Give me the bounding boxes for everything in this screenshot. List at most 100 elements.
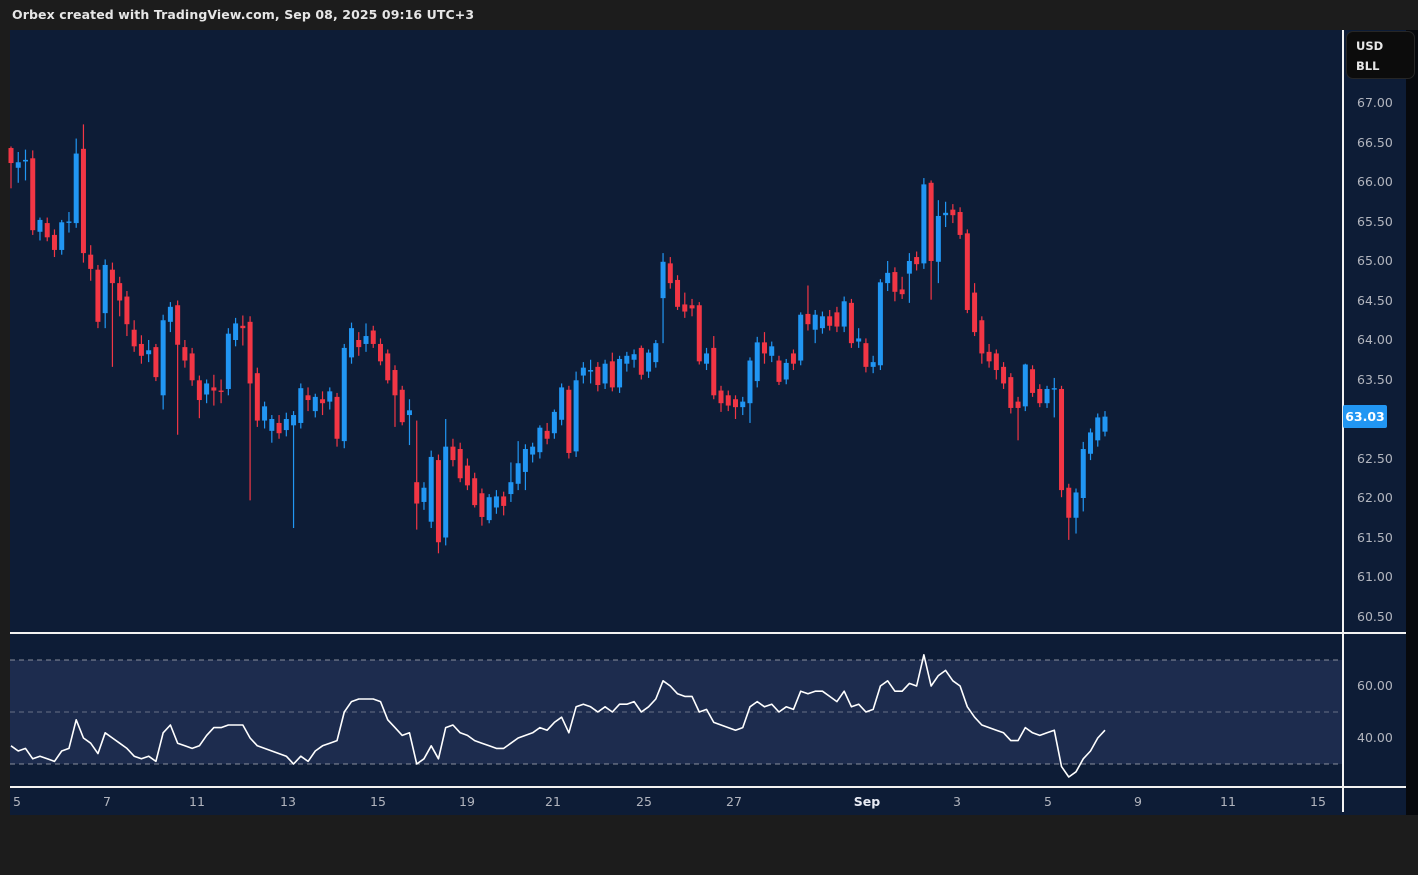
price-tick: 64.00 (1357, 332, 1393, 347)
candle-body (863, 343, 868, 367)
price-tick: 66.00 (1357, 174, 1393, 189)
candle-body (168, 307, 173, 322)
candle-body (820, 316, 825, 328)
candle-body (508, 482, 513, 494)
price-tick: 61.50 (1357, 530, 1393, 545)
candle-body (421, 488, 426, 502)
candle-body (146, 350, 151, 354)
candle-body (834, 312, 839, 326)
candle-body (1059, 389, 1064, 490)
candle-body (588, 370, 593, 372)
candle-body (624, 356, 629, 364)
candle-body (639, 348, 644, 375)
candle-body (1037, 389, 1042, 403)
candle-body (682, 304, 687, 311)
candle-body (124, 297, 129, 325)
candle-body (313, 397, 318, 411)
last-price-label: 63.03 (1343, 405, 1387, 428)
candle-body (364, 336, 369, 344)
candle-body (392, 370, 397, 395)
candle-body (668, 263, 673, 283)
candle-body (262, 406, 267, 420)
candle-body (182, 347, 187, 360)
candle-body (697, 305, 702, 361)
candle-body (907, 261, 912, 274)
unit-option-bll[interactable]: BLL (1356, 56, 1414, 76)
candle-body (603, 364, 608, 384)
candle-body (23, 160, 28, 162)
footer-bar: TradingView (0, 815, 1418, 875)
candle-body (798, 315, 803, 361)
tradingview-chart-widget: Orbex created with TradingView.com, Sep … (0, 0, 1418, 875)
candle-body (776, 361, 781, 382)
candle-body (197, 380, 202, 400)
candle-body (994, 353, 999, 370)
candle-body (190, 353, 195, 380)
candle-body (400, 390, 405, 422)
currency-unit-toggle[interactable]: USD BLL (1346, 31, 1415, 79)
candle-body (233, 323, 238, 340)
candle-body (987, 352, 992, 361)
time-tick: Sep (854, 794, 880, 809)
candle-body (1045, 389, 1050, 403)
candle-body (472, 478, 477, 505)
candle-body (284, 419, 289, 430)
candle-body (675, 280, 680, 307)
candle-body (878, 282, 883, 365)
candle-body (1016, 402, 1021, 408)
currency-option-usd[interactable]: USD (1356, 36, 1414, 56)
candle-body (501, 496, 506, 505)
time-tick: 15 (1310, 794, 1326, 809)
pane-separator[interactable] (10, 632, 1406, 634)
candle-body (132, 330, 137, 347)
candle-body (842, 301, 847, 326)
rsi-tick: 40.00 (1357, 730, 1393, 745)
candle-body (646, 353, 651, 372)
chart-canvas[interactable] (0, 0, 1418, 875)
candle-body (892, 272, 897, 292)
candle-body (545, 431, 550, 439)
candle-body (1081, 449, 1086, 498)
price-tick: 63.50 (1357, 372, 1393, 387)
candle-body (950, 210, 955, 216)
candle-body (1023, 364, 1028, 406)
candle-body (320, 399, 325, 403)
candle-body (204, 383, 209, 394)
candle-body (269, 419, 274, 431)
time-tick: 25 (636, 794, 652, 809)
candle-body (755, 342, 760, 381)
candle-body (552, 412, 557, 433)
candle-body (958, 212, 963, 235)
time-tick: 19 (459, 794, 475, 809)
candle-body (719, 391, 724, 404)
candle-body (103, 265, 108, 313)
candle-body (161, 320, 166, 395)
candle-body (335, 397, 340, 439)
candle-body (95, 270, 100, 322)
candle-body (378, 344, 383, 361)
candle-body (443, 447, 448, 538)
candle-body (240, 326, 245, 328)
price-tick: 66.50 (1357, 135, 1393, 150)
candle-body (226, 334, 231, 389)
candle-body (277, 423, 282, 433)
candle-body (255, 373, 260, 420)
candle-body (617, 359, 622, 387)
candle-body (465, 466, 470, 486)
time-tick: 3 (953, 794, 961, 809)
candle-body (356, 340, 361, 347)
time-tick: 11 (189, 794, 205, 809)
candle-body (349, 328, 354, 357)
candle-body (661, 262, 666, 298)
candle-body (1102, 417, 1107, 432)
candle-body (827, 316, 832, 325)
candle-body (653, 343, 658, 362)
candle-body (929, 183, 934, 261)
candle-body (921, 184, 926, 263)
candle-body (110, 270, 115, 283)
candle-body (306, 395, 311, 400)
candle-body (1001, 367, 1006, 384)
time-tick: 5 (1044, 794, 1052, 809)
candle-body (153, 347, 158, 377)
price-tick: 62.00 (1357, 490, 1393, 505)
